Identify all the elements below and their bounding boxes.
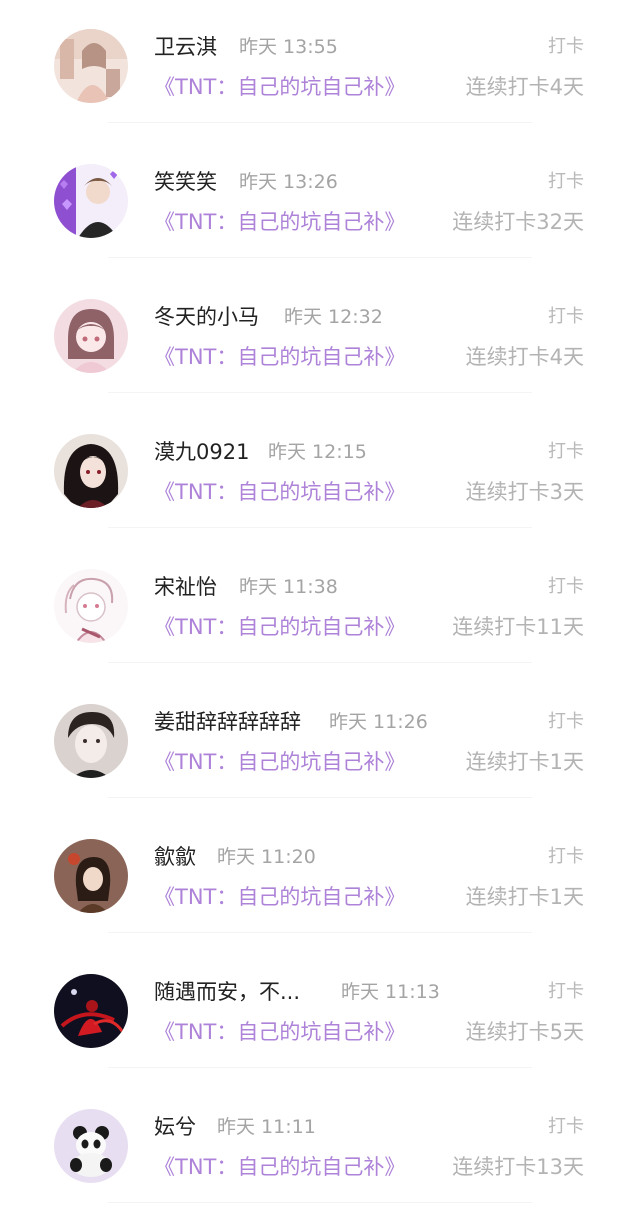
- checkin-time: 昨天 12:15: [268, 441, 367, 463]
- avatar-illustration-girl-icon[interactable]: [54, 29, 128, 103]
- username[interactable]: 姜甜辞辞辞辞辞: [154, 708, 301, 736]
- checkin-item[interactable]: 随遇而安，不... 昨天 11:13 打卡 《TNT：自己的坑自己补》 连续打卡…: [0, 945, 640, 1080]
- avatar-panda-toy-icon[interactable]: [54, 1109, 128, 1183]
- checkin-action-label: 打卡: [548, 441, 584, 462]
- checkin-item[interactable]: 冬天的小马 昨天 12:32 打卡 《TNT：自己的坑自己补》 连续打卡4天: [0, 270, 640, 405]
- checkin-item[interactable]: 姜甜辞辞辞辞辞 昨天 11:26 打卡 《TNT：自己的坑自己补》 连续打卡1天: [0, 675, 640, 810]
- checkin-time: 昨天 12:32: [284, 306, 383, 328]
- streak-count: 连续打卡5天: [465, 1020, 584, 1044]
- username[interactable]: 卫云淇: [154, 33, 217, 61]
- streak-count: 连续打卡1天: [465, 750, 584, 774]
- username[interactable]: 漠九0921: [154, 438, 249, 466]
- book-title-link[interactable]: 《TNT：自己的坑自己补》: [154, 72, 405, 102]
- checkin-feed: 卫云淇 昨天 13:55 打卡 《TNT：自己的坑自己补》 连续打卡4天 笑笑笑…: [0, 0, 640, 1220]
- streak-count: 连续打卡32天: [452, 210, 584, 234]
- avatar-photo-boy-purple-hearts-icon[interactable]: [54, 164, 128, 238]
- checkin-action-label: 打卡: [548, 846, 584, 867]
- row-divider: [108, 797, 532, 798]
- streak-count: 连续打卡4天: [465, 345, 584, 369]
- avatar-anime-dark-hair-icon[interactable]: [54, 434, 128, 508]
- username[interactable]: 宋祉怡: [154, 573, 217, 601]
- checkin-item[interactable]: 笑笑笑 昨天 13:26 打卡 《TNT：自己的坑自己补》 连续打卡32天: [0, 135, 640, 270]
- checkin-time: 昨天 13:26: [239, 171, 338, 193]
- checkin-action-label: 打卡: [548, 711, 584, 732]
- checkin-item[interactable]: 宋祉怡 昨天 11:38 打卡 《TNT：自己的坑自己补》 连续打卡11天: [0, 540, 640, 675]
- streak-count: 连续打卡3天: [465, 480, 584, 504]
- row-divider: [108, 1202, 532, 1203]
- book-title-link[interactable]: 《TNT：自己的坑自己补》: [154, 1017, 405, 1047]
- checkin-time: 昨天 11:13: [341, 981, 440, 1003]
- checkin-action-label: 打卡: [548, 306, 584, 327]
- row-divider: [108, 662, 532, 663]
- avatar-sketch-girl-icon[interactable]: [54, 569, 128, 643]
- book-title-link[interactable]: 《TNT：自己的坑自己补》: [154, 747, 405, 777]
- checkin-time: 昨天 11:20: [217, 846, 316, 868]
- row-divider: [108, 527, 532, 528]
- avatar-photo-boy-icon[interactable]: [54, 704, 128, 778]
- username[interactable]: 笑笑笑: [154, 168, 217, 196]
- username[interactable]: 冬天的小马: [154, 303, 259, 331]
- book-title-link[interactable]: 《TNT：自己的坑自己补》: [154, 612, 405, 642]
- checkin-action-label: 打卡: [548, 981, 584, 1002]
- checkin-item[interactable]: 漠九0921 昨天 12:15 打卡 《TNT：自己的坑自己补》 连续打卡3天: [0, 405, 640, 540]
- checkin-action-label: 打卡: [548, 171, 584, 192]
- checkin-action-label: 打卡: [548, 36, 584, 57]
- row-divider: [108, 932, 532, 933]
- row-divider: [108, 1067, 532, 1068]
- username[interactable]: 随遇而安，不...: [154, 978, 300, 1006]
- checkin-time: 昨天 11:26: [329, 711, 428, 733]
- username[interactable]: 歙歙: [154, 843, 196, 871]
- checkin-action-label: 打卡: [548, 576, 584, 597]
- checkin-item[interactable]: 卫云淇 昨天 13:55 打卡 《TNT：自己的坑自己补》 连续打卡4天: [0, 0, 640, 135]
- book-title-link[interactable]: 《TNT：自己的坑自己补》: [154, 207, 405, 237]
- avatar-cartoon-girl-icon[interactable]: [54, 839, 128, 913]
- streak-count: 连续打卡11天: [452, 615, 584, 639]
- streak-count: 连续打卡13天: [452, 1155, 584, 1179]
- row-divider: [108, 122, 532, 123]
- book-title-link[interactable]: 《TNT：自己的坑自己补》: [154, 1152, 405, 1182]
- book-title-link[interactable]: 《TNT：自己的坑自己补》: [154, 477, 405, 507]
- checkin-item[interactable]: 妘兮 昨天 11:11 打卡 《TNT：自己的坑自己补》 连续打卡13天: [0, 1080, 640, 1215]
- book-title-link[interactable]: 《TNT：自己的坑自己补》: [154, 882, 405, 912]
- checkin-time: 昨天 11:11: [217, 1116, 316, 1138]
- checkin-time: 昨天 13:55: [239, 36, 338, 58]
- streak-count: 连续打卡4天: [465, 75, 584, 99]
- row-divider: [108, 257, 532, 258]
- avatar-dark-red-figure-icon[interactable]: [54, 974, 128, 1048]
- book-title-link[interactable]: 《TNT：自己的坑自己补》: [154, 342, 405, 372]
- username[interactable]: 妘兮: [154, 1113, 196, 1141]
- checkin-time: 昨天 11:38: [239, 576, 338, 598]
- row-divider: [108, 392, 532, 393]
- checkin-action-label: 打卡: [548, 1116, 584, 1137]
- avatar-anime-girl-pink-icon[interactable]: [54, 299, 128, 373]
- checkin-item[interactable]: 歙歙 昨天 11:20 打卡 《TNT：自己的坑自己补》 连续打卡1天: [0, 810, 640, 945]
- streak-count: 连续打卡1天: [465, 885, 584, 909]
